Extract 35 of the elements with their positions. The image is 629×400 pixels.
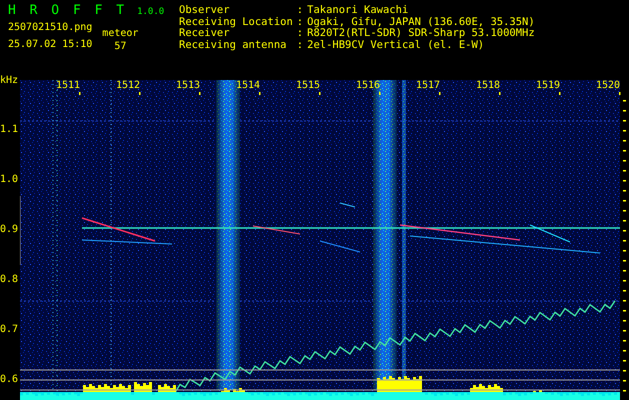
- info-label: Receiving antenna: [179, 40, 288, 51]
- frequency-axis-label: 0.7: [0, 324, 18, 336]
- info-separator: :: [296, 28, 304, 40]
- info-label: Receiving Location: [179, 16, 293, 28]
- info-value: Takanori Kawachi: [307, 5, 410, 16]
- info-label: Receiver: [179, 28, 230, 40]
- time-axis-label: 1513: [176, 80, 200, 91]
- frequency-axis-label: 1.0: [0, 174, 18, 186]
- app-name: H R O F F T: [8, 3, 126, 18]
- time-axis-label: 1519: [536, 80, 560, 91]
- time-axis-label: 1516: [356, 80, 380, 91]
- info-value: Ogaki, Gifu, JAPAN (136.60E, 35.35N): [307, 16, 535, 28]
- info-separator: :: [296, 16, 304, 28]
- counter-value: 57: [114, 41, 126, 52]
- time-axis-label: 1511: [56, 80, 80, 91]
- time-axis-label: 1520: [596, 80, 620, 91]
- info-value: R820T2(RTL-SDR) SDR-Sharp 53.1000MHz: [307, 28, 535, 40]
- info-value: 2el-HB9CV Vertical (el. E-W): [307, 40, 486, 51]
- file-name: 2507021510.png: [8, 22, 92, 33]
- time-axis-label: 1515: [296, 80, 320, 91]
- info-separator: :: [296, 5, 304, 16]
- time-axis-label: 1517: [416, 80, 440, 91]
- axis-unit: kHz: [0, 75, 18, 86]
- time-axis-label: 1512: [116, 80, 140, 91]
- timestamp: 25.07.02 15:10: [8, 39, 92, 50]
- frequency-axis-label: 0.9: [0, 224, 18, 236]
- frequency-axis-label: 1.1: [0, 124, 18, 136]
- frequency-axis-label: 0.8: [0, 274, 18, 286]
- counter-label: meteor: [102, 28, 138, 39]
- info-separator: :: [296, 40, 304, 51]
- time-axis-label: 1518: [476, 80, 500, 91]
- app-version: 1.0.0: [137, 7, 164, 17]
- time-axis-label: 1514: [236, 80, 260, 91]
- frequency-axis-label: 0.6: [0, 374, 18, 386]
- info-label: Observer: [179, 5, 231, 16]
